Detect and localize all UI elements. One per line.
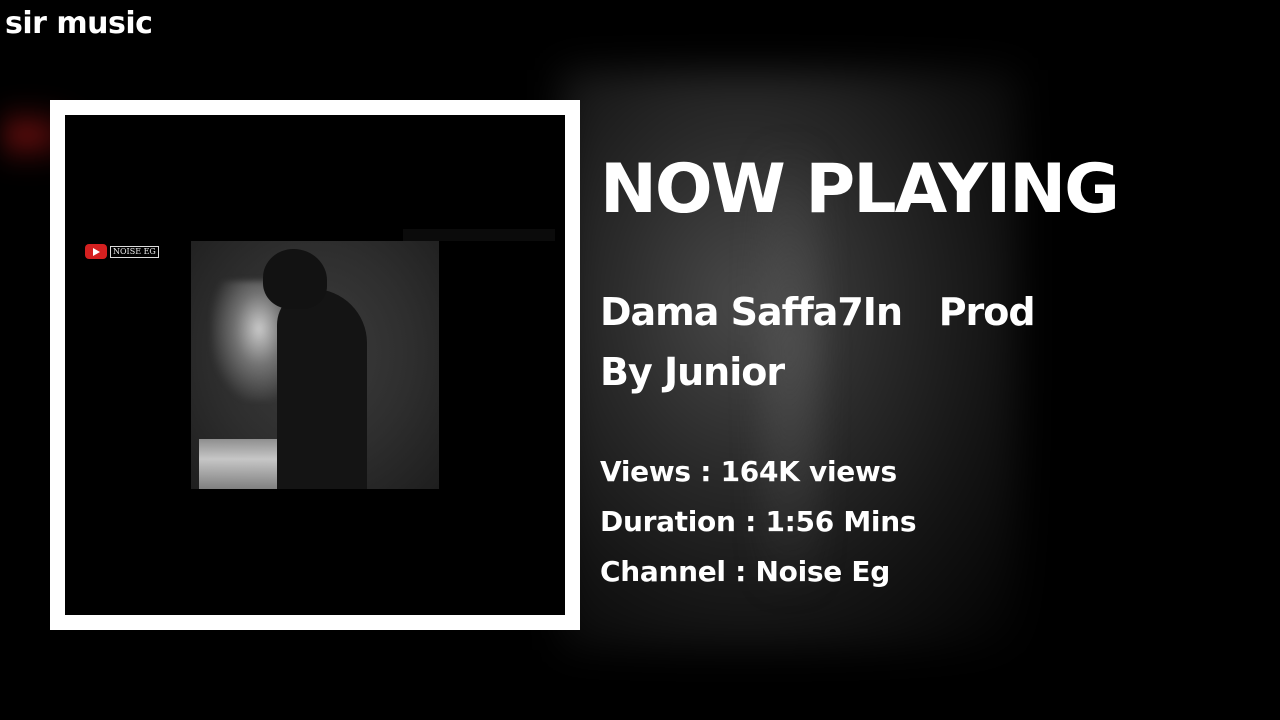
album-cover: NOISE EG — [65, 115, 565, 615]
cover-photo — [191, 241, 439, 489]
duration-row: Duration : 1:56 Mins — [600, 497, 1260, 547]
channel-label: Channel : — [600, 555, 756, 588]
couch-graphic — [199, 439, 279, 489]
channel-row: Channel : Noise Eg — [600, 547, 1260, 597]
silhouette-head — [263, 249, 327, 309]
track-info: NOW PLAYING Dama Saffa7In Prod By Junior… — [600, 150, 1260, 597]
silhouette-body — [277, 289, 367, 489]
duration-label: Duration : — [600, 505, 766, 538]
brand-title: sir music — [5, 6, 153, 41]
channel-value: Noise Eg — [755, 555, 891, 588]
youtube-play-icon — [85, 244, 107, 259]
now-playing-heading: NOW PLAYING — [600, 150, 1120, 229]
views-label: Views : — [600, 455, 721, 488]
cover-top-strip — [403, 229, 555, 241]
youtube-badge: NOISE EG — [85, 244, 159, 259]
views-value: 164K views — [720, 455, 898, 488]
track-title: Dama Saffa7In Prod By Junior — [600, 290, 1047, 394]
album-cover-frame: NOISE EG — [50, 100, 580, 630]
track-meta: Views : 164K views Duration : 1:56 Mins … — [600, 447, 1260, 597]
player-screen: sir music NOISE EG NOW PLAYING Dama Saff… — [0, 0, 1280, 720]
duration-value: 1:56 Mins — [765, 505, 917, 538]
channel-tag: NOISE EG — [110, 245, 159, 258]
views-row: Views : 164K views — [600, 447, 1260, 497]
